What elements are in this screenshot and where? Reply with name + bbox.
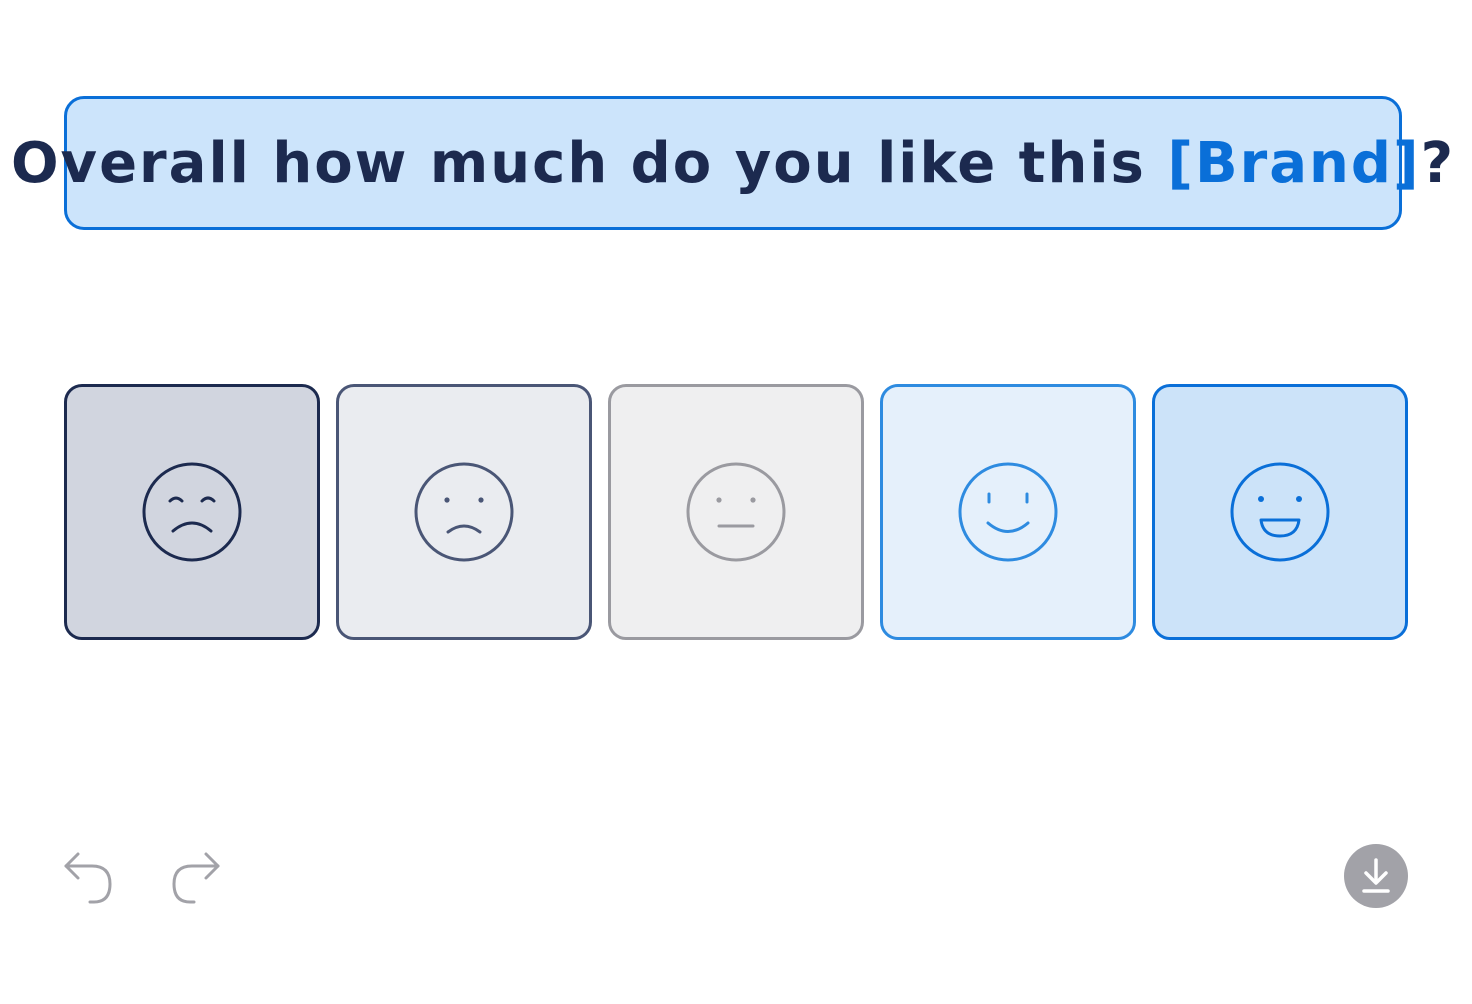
rating-option-very-unhappy[interactable] (64, 384, 320, 640)
neutral-face-icon (686, 462, 786, 562)
rating-option-very-happy[interactable] (1152, 384, 1408, 640)
very-unhappy-face-icon (142, 462, 242, 562)
unhappy-face-icon (414, 462, 514, 562)
question-text: Overall how much do you like this [Brand… (11, 131, 1455, 196)
rating-survey-page: Overall how much do you like this [Brand… (0, 0, 1472, 1004)
redo-button[interactable] (164, 844, 228, 908)
question-card: Overall how much do you like this [Brand… (11, 96, 1453, 230)
rating-options (64, 384, 1408, 640)
brand-placeholder: [Brand] (1167, 130, 1421, 196)
redo-icon (172, 852, 220, 904)
rating-option-neutral[interactable] (608, 384, 864, 640)
rating-option-unhappy[interactable] (336, 384, 592, 640)
very-happy-face-icon (1230, 462, 1330, 562)
question-suffix: ? (1420, 130, 1456, 196)
undo-button[interactable] (56, 844, 120, 908)
rating-option-happy[interactable] (880, 384, 1136, 640)
undo-icon (64, 852, 112, 904)
download-icon (1362, 858, 1390, 893)
question-prefix: Overall how much do you like this (10, 130, 1168, 196)
download-button[interactable] (1344, 844, 1408, 908)
happy-face-icon (958, 462, 1058, 562)
